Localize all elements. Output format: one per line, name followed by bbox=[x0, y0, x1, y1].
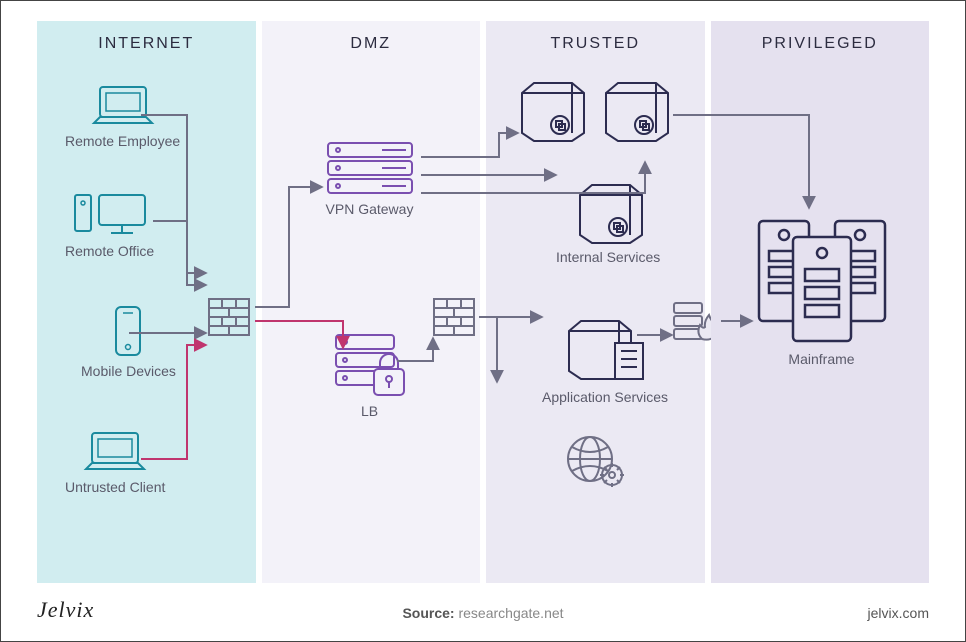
globe-gear-icon bbox=[564, 433, 628, 489]
server-box-icon bbox=[570, 179, 646, 245]
label-mainframe: Mainframe bbox=[747, 351, 897, 367]
node-globe-gear bbox=[564, 433, 628, 489]
source-value: researchgate.net bbox=[458, 605, 563, 621]
label-lb: LB bbox=[330, 403, 410, 419]
server-lock-icon bbox=[330, 331, 410, 399]
zone-trusted: TRUSTED Internal Services bbox=[486, 21, 705, 583]
node-mobile-devices: Mobile Devices bbox=[81, 303, 176, 379]
node-remote-employee: Remote Employee bbox=[65, 83, 180, 149]
laptop-icon bbox=[88, 83, 158, 129]
source-line: Source: researchgate.net bbox=[1, 605, 965, 621]
zone-title-privileged: PRIVILEGED bbox=[711, 35, 930, 53]
source-label: Source: bbox=[402, 605, 454, 621]
zone-privileged: PRIVILEGED Mainframe bbox=[711, 21, 930, 583]
node-servers-row bbox=[512, 77, 672, 143]
node-firewall-2 bbox=[432, 297, 476, 337]
zone-title-internet: INTERNET bbox=[37, 35, 256, 53]
label-vpn-gateway: VPN Gateway bbox=[322, 201, 418, 217]
node-lb: LB bbox=[330, 331, 410, 419]
mobile-icon bbox=[108, 303, 148, 359]
zone-dmz: DMZ VPN Gateway bbox=[262, 21, 481, 583]
node-application-services: Application Services bbox=[542, 315, 668, 405]
firewall-icon bbox=[432, 297, 476, 337]
label-application-services: Application Services bbox=[542, 389, 668, 405]
node-firewall-1 bbox=[207, 297, 251, 337]
node-mainframe: Mainframe bbox=[747, 211, 897, 367]
label-mobile-devices: Mobile Devices bbox=[81, 363, 176, 379]
desktop-icon bbox=[69, 189, 151, 239]
label-untrusted-client: Untrusted Client bbox=[65, 479, 165, 495]
node-remote-office: Remote Office bbox=[65, 189, 154, 259]
label-internal-services: Internal Services bbox=[556, 249, 660, 265]
node-untrusted-client: Untrusted Client bbox=[65, 429, 165, 495]
server-box-icon bbox=[512, 77, 672, 143]
zones-container: INTERNET Remote Employee Remote Office bbox=[37, 21, 929, 583]
zone-title-trusted: TRUSTED bbox=[486, 35, 705, 53]
label-remote-employee: Remote Employee bbox=[65, 133, 180, 149]
zone-internet: INTERNET Remote Employee Remote Office bbox=[37, 21, 256, 583]
zone-title-dmz: DMZ bbox=[262, 35, 481, 53]
server-stack-icon bbox=[322, 139, 418, 197]
node-internal-services: Internal Services bbox=[556, 179, 660, 265]
brand-site: jelvix.com bbox=[868, 605, 929, 621]
label-remote-office: Remote Office bbox=[65, 243, 154, 259]
firewall-icon bbox=[207, 297, 251, 337]
server-doc-icon bbox=[559, 315, 651, 385]
node-vpn-gateway: VPN Gateway bbox=[322, 139, 418, 217]
rack-cluster-icon bbox=[747, 211, 897, 347]
laptop-icon bbox=[80, 429, 150, 475]
